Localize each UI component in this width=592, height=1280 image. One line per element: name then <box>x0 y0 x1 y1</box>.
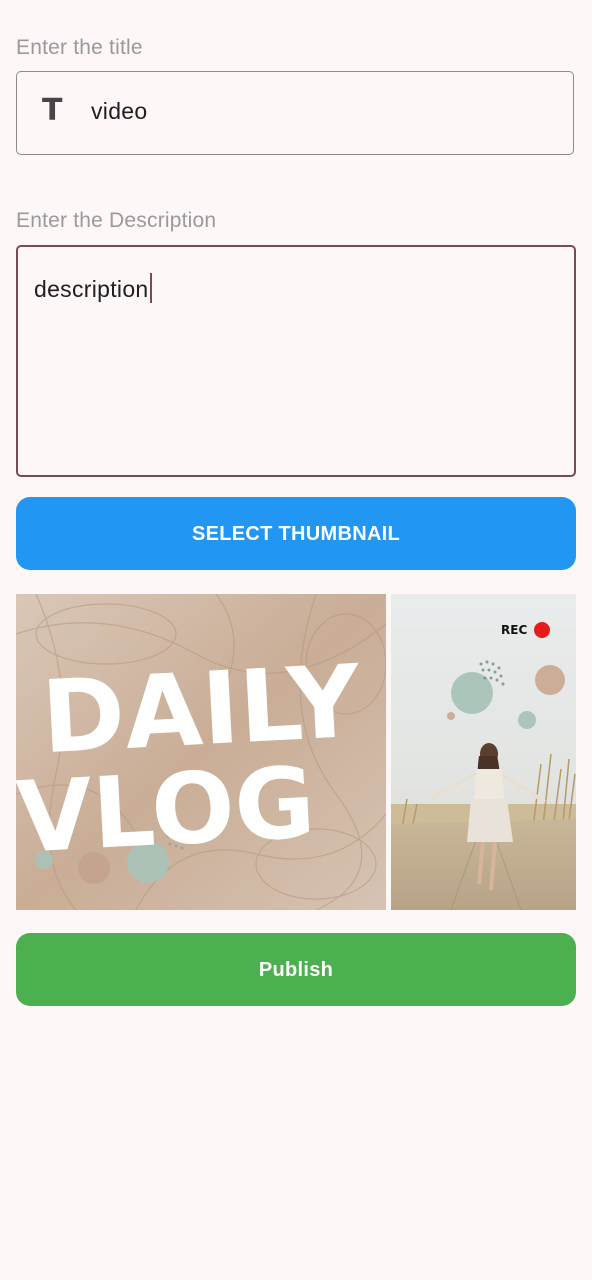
title-input[interactable]: T video <box>16 71 574 155</box>
description-input-value[interactable]: description <box>34 273 152 303</box>
vlog-text: VLOG <box>16 746 318 875</box>
text-cursor <box>149 273 152 303</box>
select-thumbnail-button[interactable]: SELECT THUMBNAIL <box>16 497 576 570</box>
text-format-icon: T <box>42 93 63 128</box>
rec-dot-icon <box>534 622 550 638</box>
publish-button[interactable]: Publish <box>16 933 576 1006</box>
thumbnail-image-daily-vlog: DAILY VLOG <box>16 594 386 910</box>
description-text: description <box>34 276 149 302</box>
thumbnail-image-rec: REC <box>391 594 576 910</box>
title-input-value[interactable]: video <box>91 98 147 125</box>
description-input[interactable]: description <box>16 245 576 477</box>
thumbnail-preview: DAILY VLOG REC <box>16 594 576 910</box>
title-label: Enter the title <box>16 36 143 59</box>
rec-badge-text: REC <box>501 623 527 637</box>
daily-vlog-artwork: DAILY VLOG <box>16 594 386 910</box>
description-label: Enter the Description <box>16 209 217 232</box>
rec-video-artwork: REC <box>391 594 576 910</box>
